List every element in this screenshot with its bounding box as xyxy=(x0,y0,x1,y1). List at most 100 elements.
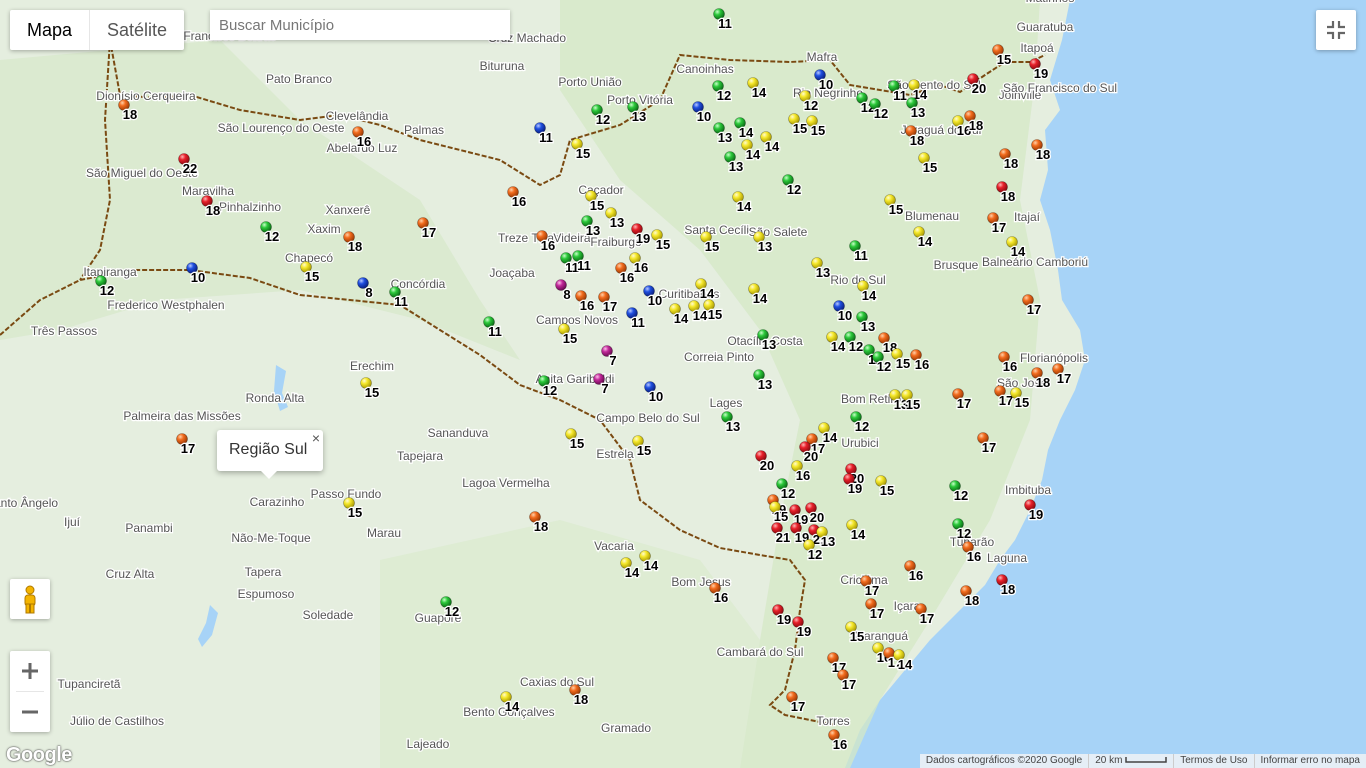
station-value-label: 12 xyxy=(100,283,114,298)
place-label: Brusque xyxy=(934,258,979,272)
municipality-search-input[interactable] xyxy=(210,10,510,40)
place-label: Erechim xyxy=(350,359,394,373)
station-value-label: 16 xyxy=(634,260,648,275)
info-window-text: Região Sul xyxy=(229,441,308,458)
place-label: Xaxim xyxy=(307,222,340,236)
report-error-link[interactable]: Informar erro no mapa xyxy=(1253,754,1366,768)
place-label: Panambi xyxy=(125,521,172,535)
station-value-label: 18 xyxy=(969,118,983,133)
station-value-label: 12 xyxy=(445,604,459,619)
station-value-label: 19 xyxy=(1034,66,1048,81)
station-value-label: 13 xyxy=(726,419,740,434)
place-label: Xanxerê xyxy=(326,203,371,217)
station-value-label: 14 xyxy=(674,311,689,326)
station-value-label: 10 xyxy=(838,308,852,323)
pegman-icon xyxy=(24,585,36,614)
station-value-label: 16 xyxy=(796,468,810,483)
station-value-label: 12 xyxy=(874,106,888,121)
place-label: Caçador xyxy=(578,183,623,197)
fullscreen-button[interactable] xyxy=(1316,10,1356,50)
station-value-label: 15 xyxy=(906,397,920,412)
station-value-label: 14 xyxy=(831,339,846,354)
place-label: Porto Vitória xyxy=(607,93,673,107)
place-label: Balneário Camboriú xyxy=(982,255,1088,269)
place-label: Sananduva xyxy=(428,426,489,440)
station-value-label: 12 xyxy=(787,182,801,197)
station-value-label: 13 xyxy=(911,105,925,120)
station-value-label: 8 xyxy=(365,285,372,300)
station-value-label: 17 xyxy=(992,220,1006,235)
place-label: Pinhalzinho xyxy=(219,200,281,214)
place-label: Dionísio Cerqueira xyxy=(96,89,196,103)
station-value-label: 11 xyxy=(577,258,591,273)
station-value-label: 17 xyxy=(1057,371,1071,386)
station-value-label: 14 xyxy=(693,308,708,323)
station-value-label: 18 xyxy=(574,692,588,707)
station-value-label: 12 xyxy=(849,339,863,354)
map-data-attribution: Dados cartográficos ©2020 Google xyxy=(925,755,1083,766)
station-value-label: 12 xyxy=(543,383,557,398)
map-type-map-button[interactable]: Mapa xyxy=(10,10,91,50)
plus-icon xyxy=(22,663,38,679)
station-value-label: 15 xyxy=(708,307,722,322)
station-value-label: 10 xyxy=(819,77,833,92)
place-label: Não-Me-Toque xyxy=(231,531,311,545)
station-value-label: 15 xyxy=(793,121,807,136)
scale-bar[interactable]: 20 km xyxy=(1088,754,1173,768)
place-label: Lages xyxy=(710,396,743,410)
place-label: Carazinho xyxy=(250,495,305,509)
station-value-label: 12 xyxy=(855,419,869,434)
station-value-label: 16 xyxy=(1003,359,1017,374)
station-value-label: 15 xyxy=(1015,395,1029,410)
place-label: Pato Branco xyxy=(266,72,332,86)
google-logo: Google xyxy=(6,744,72,766)
place-label: Porto União xyxy=(558,75,622,89)
station-value-label: 14 xyxy=(505,699,520,714)
place-label: Torres xyxy=(816,714,849,728)
station-value-label: 17 xyxy=(982,440,996,455)
station-value-label: 15 xyxy=(656,237,670,252)
station-value-label: 11 xyxy=(718,16,732,31)
place-label: Santo Ângelo xyxy=(0,495,58,510)
info-window: Região Sul × xyxy=(217,430,323,479)
place-label: Campos Novos xyxy=(536,313,618,327)
place-label: Mafra xyxy=(807,50,838,64)
station-value-label: 16 xyxy=(620,270,634,285)
place-label: Florianópolis xyxy=(1020,351,1088,365)
zoom-in-button[interactable] xyxy=(10,651,50,691)
info-window-close-icon[interactable]: × xyxy=(312,430,320,446)
place-label: Santa Cecília xyxy=(684,223,756,237)
place-label: Itapiranga xyxy=(83,265,137,279)
station-value-label: 17 xyxy=(920,611,934,626)
place-label: Imbituba xyxy=(1005,483,1051,497)
place-label: São Lourenço do Oeste xyxy=(218,121,345,135)
station-value-label: 16 xyxy=(357,134,371,149)
map-type-satellite-button[interactable]: Satélite xyxy=(90,10,184,50)
place-label: Espumoso xyxy=(238,587,295,601)
station-value-label: 22 xyxy=(183,161,197,176)
street-view-pegman-button[interactable] xyxy=(10,579,50,619)
station-value-label: 17 xyxy=(422,225,436,240)
station-value-label: 15 xyxy=(811,123,825,138)
terms-link[interactable]: Termos de Uso xyxy=(1173,754,1253,768)
info-window-pointer xyxy=(260,470,278,479)
station-value-label: 13 xyxy=(632,109,646,124)
station-marker[interactable]: 18 xyxy=(996,574,1016,598)
zoom-out-button[interactable] xyxy=(10,692,50,732)
station-value-label: 18 xyxy=(534,519,548,534)
place-label: Lajeado xyxy=(407,737,450,751)
station-value-label: 13 xyxy=(586,223,600,238)
station-value-label: 12 xyxy=(954,488,968,503)
station-value-label: 13 xyxy=(729,159,743,174)
station-value-label: 20 xyxy=(972,81,986,96)
place-label: Canoinhas xyxy=(676,62,733,76)
map-canvas[interactable]: Francisco BeltrãoPato BrancoDionísio Cer… xyxy=(0,0,1366,768)
place-label: Joaçaba xyxy=(489,266,535,280)
station-value-label: 16 xyxy=(580,298,594,313)
station-value-label: 16 xyxy=(909,568,923,583)
station-value-label: 14 xyxy=(746,147,761,162)
place-label: Cambará do Sul xyxy=(717,645,804,659)
place-label: Tapejara xyxy=(397,449,443,463)
station-value-label: 15 xyxy=(923,160,937,175)
station-value-label: 18 xyxy=(123,107,137,122)
